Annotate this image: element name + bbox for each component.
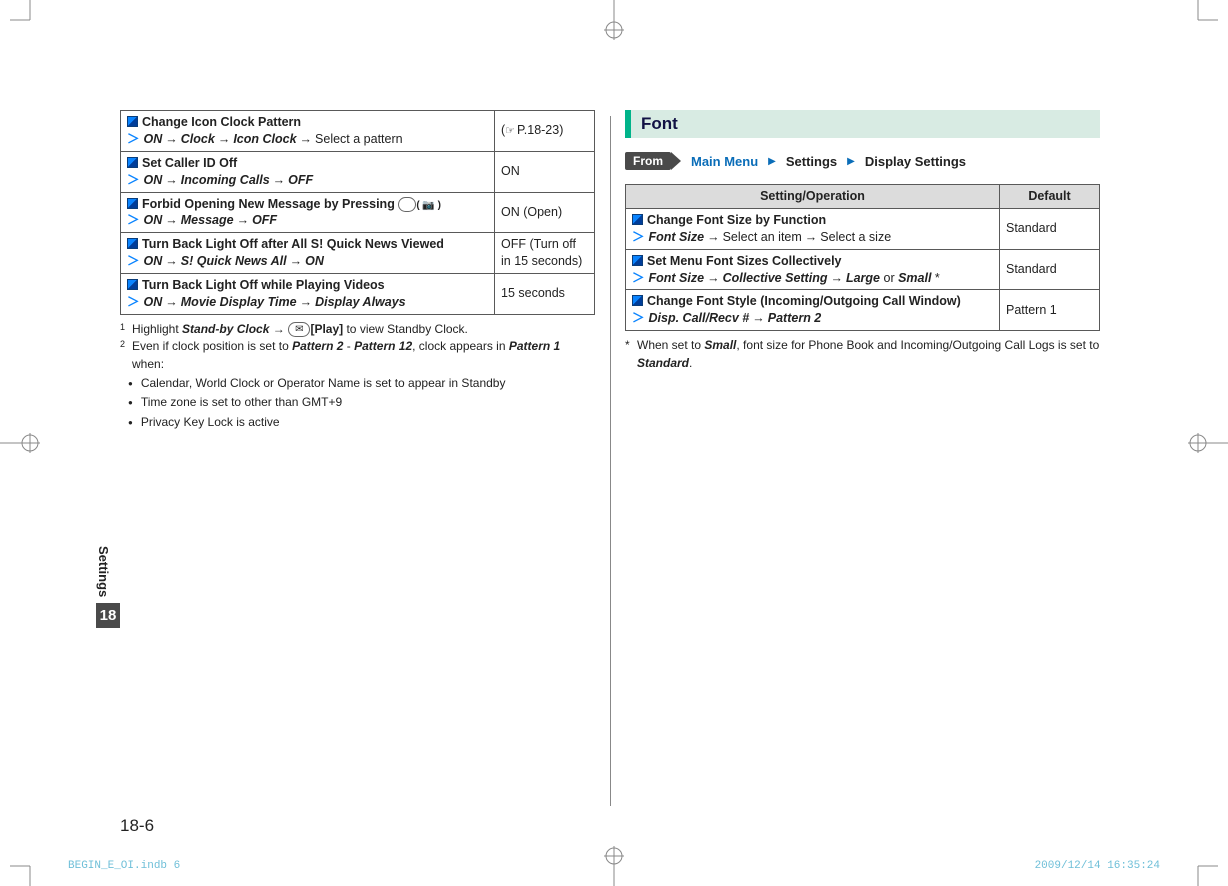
page-content: Change Icon Clock Pattern ＞ON→Clock→Icon…: [120, 110, 1100, 810]
triangle-right-icon: ▶: [768, 156, 776, 167]
side-tab-label: Settings: [96, 540, 111, 603]
right-settings-table: Setting/Operation Default Change Font Si…: [625, 184, 1100, 331]
default-value: 15 seconds: [495, 274, 595, 315]
chevron-right-icon: ＞: [127, 295, 140, 309]
default-value: ON (Open): [495, 192, 595, 233]
default-value: Pattern 1: [1000, 290, 1100, 331]
table-row: Change Icon Clock Pattern ＞ON→Clock→Icon…: [121, 111, 595, 152]
square-marker-icon: [632, 255, 643, 266]
square-marker-icon: [127, 116, 138, 127]
footnotes: 1 Highlight Stand-by Clock → ✉[Play] to …: [120, 321, 595, 373]
default-value: Standard: [1000, 208, 1100, 249]
row-title: Turn Back Light Off after All S! Quick N…: [142, 237, 444, 251]
bullet-item: Calendar, World Clock or Operator Name i…: [141, 375, 506, 392]
left-settings-table: Change Icon Clock Pattern ＞ON→Clock→Icon…: [120, 110, 595, 315]
hand-pointing-icon: ☞: [505, 125, 515, 137]
square-marker-icon: [127, 198, 138, 209]
chevron-right-icon: ＞: [632, 271, 645, 285]
side-tab-number: 18: [96, 603, 120, 628]
chevron-right-icon: ＞: [127, 254, 140, 268]
bullet-list: Calendar, World Clock or Operator Name i…: [120, 375, 595, 431]
side-tab: Settings 18: [96, 540, 120, 628]
col-header-default: Default: [1000, 185, 1100, 209]
bullet-item: Privacy Key Lock is active: [141, 414, 280, 431]
square-marker-icon: [127, 238, 138, 249]
chevron-right-icon: ＞: [127, 213, 140, 227]
table-row: Set Menu Font Sizes Collectively ＞Font S…: [626, 249, 1100, 290]
table-row: Change Font Size by Function ＞Font Size→…: [626, 208, 1100, 249]
square-marker-icon: [632, 214, 643, 225]
chevron-right-icon: ＞: [632, 311, 645, 325]
center-key-icon: [398, 197, 416, 212]
footer-timestamp: 2009/12/14 16:35:24: [1035, 860, 1160, 872]
triangle-right-icon: ▶: [847, 156, 855, 167]
default-value: OFF (Turn off in 15 seconds): [495, 233, 595, 274]
default-value: Standard: [1000, 249, 1100, 290]
chevron-right-icon: ＞: [127, 173, 140, 187]
section-heading: Font: [625, 110, 1100, 138]
row-title: Change Icon Clock Pattern: [142, 115, 301, 129]
table-row: Turn Back Light Off after All S! Quick N…: [121, 233, 595, 274]
table-row: Change Font Style (Incoming/Outgoing Cal…: [626, 290, 1100, 331]
footer-file: BEGIN_E_OI.indb 6: [68, 860, 180, 872]
bullet-item: Time zone is set to other than GMT+9: [141, 394, 342, 411]
default-value: ON: [495, 151, 595, 192]
default-value: P.18-23): [517, 123, 563, 137]
from-badge: From: [625, 152, 671, 170]
row-title: Set Caller ID Off: [142, 156, 237, 170]
chevron-right-icon: ＞: [632, 230, 645, 244]
square-marker-icon: [127, 157, 138, 168]
square-marker-icon: [632, 295, 643, 306]
table-row: Forbid Opening New Message by Pressing (…: [121, 192, 595, 233]
from-path: From Main Menu ▶ Settings ▶ Display Sett…: [625, 152, 1100, 170]
square-marker-icon: [127, 279, 138, 290]
page-number: 18-6: [120, 816, 154, 836]
row-title: Forbid Opening New Message by Pressing: [142, 197, 398, 211]
table-row: Turn Back Light Off while Playing Videos…: [121, 274, 595, 315]
col-header-setting: Setting/Operation: [626, 185, 1000, 209]
row-title: Turn Back Light Off while Playing Videos: [142, 278, 385, 292]
mail-key-icon: ✉: [288, 322, 310, 337]
camera-key-icon: ( 📷 ): [416, 200, 441, 211]
left-column: Change Icon Clock Pattern ＞ON→Clock→Icon…: [120, 110, 595, 810]
table-row: Set Caller ID Off ＞ON→Incoming Calls→OFF…: [121, 151, 595, 192]
right-footnote: * When set to Small, font size for Phone…: [625, 337, 1100, 372]
chevron-right-icon: ＞: [127, 132, 140, 146]
right-column: Font From Main Menu ▶ Settings ▶ Display…: [625, 110, 1100, 810]
